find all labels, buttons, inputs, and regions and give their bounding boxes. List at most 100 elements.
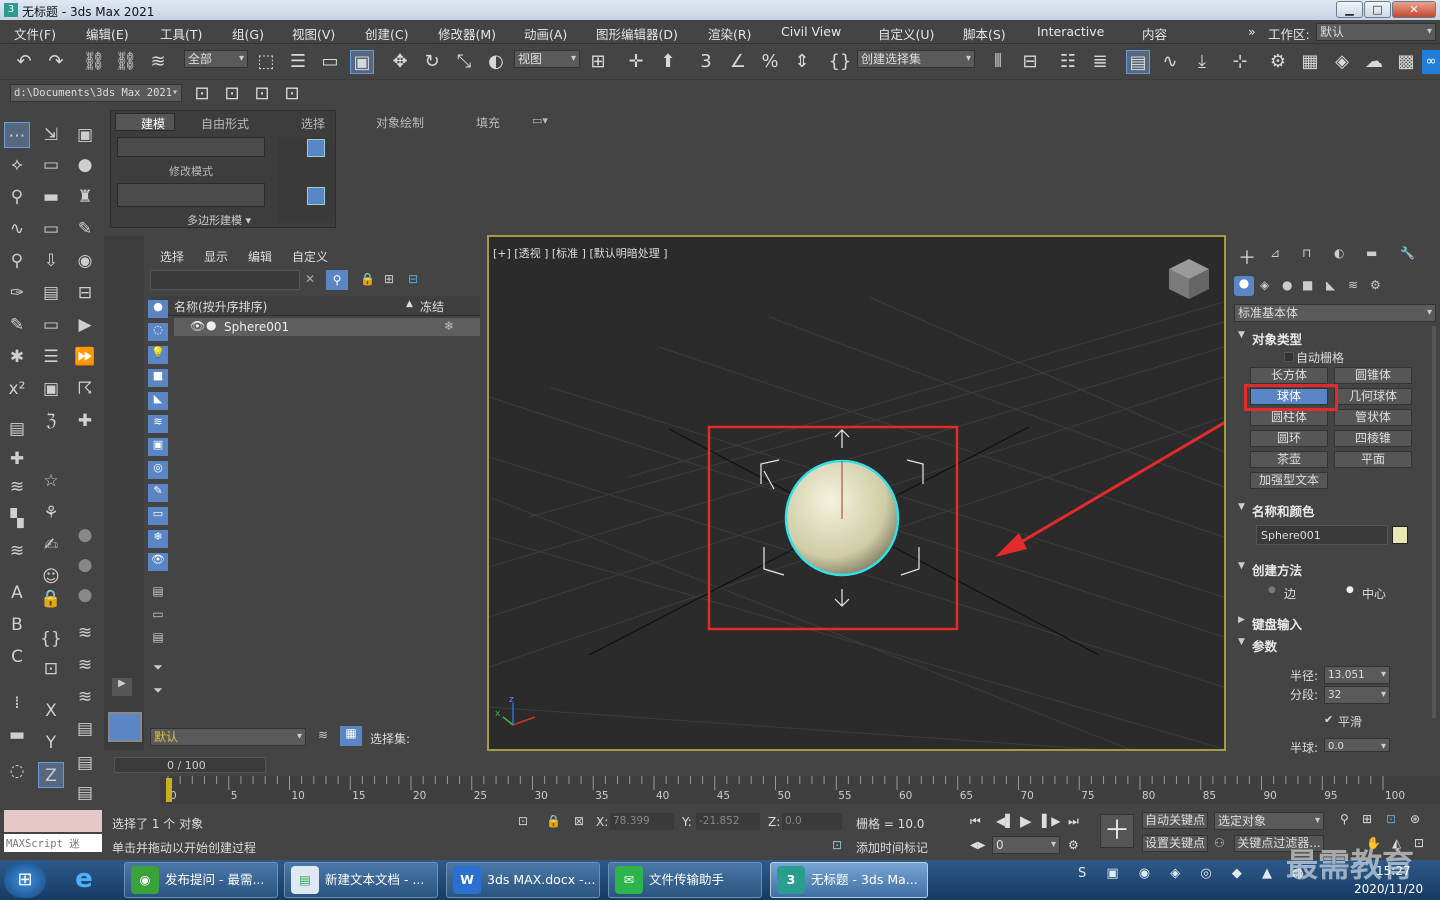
params-title[interactable]: 参数 [1252, 636, 1277, 655]
layer-manager-icon[interactable]: ▦ [340, 726, 362, 746]
text-b-icon[interactable]: B [4, 612, 30, 638]
play-icon[interactable]: ▶ [1020, 812, 1032, 830]
select-tool-icon[interactable]: ▚ [4, 506, 30, 532]
z-coord-input[interactable]: 0.0 [782, 813, 842, 830]
collapse-creation-icon[interactable]: ▼ [1238, 561, 1245, 571]
hemisphere-input[interactable]: 0.0 [1324, 738, 1390, 755]
perspective-viewport[interactable]: [+] [透视 ] [标准 ] [默认明暗处理 ] z x [487, 235, 1226, 751]
filter-spacewarps-icon[interactable]: ≋ [148, 415, 168, 433]
menu-group[interactable]: 组(G) [232, 24, 264, 43]
shapes-category-icon[interactable]: ◈ [1260, 278, 1269, 292]
x-axis-icon[interactable]: X [38, 698, 64, 724]
sphere-tool-icon[interactable]: ◉ [72, 248, 98, 274]
menu-customize[interactable]: 自定义(U) [878, 24, 934, 43]
redo-icon[interactable]: ↷ [44, 50, 68, 74]
align-icon[interactable]: ⊟ [1018, 50, 1042, 74]
zoom-all-icon[interactable]: ⊞ [1362, 812, 1372, 826]
mode-buttons[interactable] [117, 183, 265, 207]
cameras-category-icon[interactable]: ■ [1302, 278, 1313, 292]
ribbon-tab-object-paint[interactable]: 对象绘制 [376, 114, 424, 131]
filter-hidden-icon[interactable]: 👁 [148, 553, 168, 571]
stack8-icon[interactable]: ▤ [72, 750, 98, 776]
stack-icon[interactable]: ▤ [38, 280, 64, 306]
center-radio[interactable]: ● [1346, 585, 1354, 595]
stack4-icon[interactable]: ≋ [72, 620, 98, 646]
bind-spacewarp-icon[interactable]: ≋ [146, 50, 170, 74]
display-tab-icon[interactable]: ▬ [1366, 246, 1377, 260]
dotted-circle-icon[interactable]: ◌ [4, 758, 30, 784]
collapse-name-icon[interactable]: ▼ [1238, 502, 1245, 512]
col-name-header[interactable]: 名称(按升序排序) [174, 298, 267, 315]
layer-stack-icon[interactable]: ≋ [318, 728, 328, 742]
filter-none-icon[interactable]: ▭ [148, 607, 168, 625]
maxscript-input[interactable]: MAXScript 迷 [4, 834, 102, 852]
lights-category-icon[interactable]: ● [1282, 278, 1292, 292]
schematic-view-icon[interactable]: ⊹ [1228, 50, 1252, 74]
dot2-icon[interactable]: ● [72, 552, 98, 578]
text-a-icon[interactable]: A [4, 580, 30, 606]
col-freeze-header[interactable]: 冻结 [420, 298, 444, 315]
hierarchy-icon[interactable]: ⊞ [384, 272, 394, 286]
stack5-icon[interactable]: ≋ [72, 652, 98, 678]
filter-funnel2-icon[interactable]: ⏷ [148, 683, 168, 701]
filter-all-icon[interactable]: ▤ [148, 584, 168, 602]
stack9-icon[interactable]: ▤ [72, 780, 98, 806]
teapot-icon[interactable]: ♜ [72, 184, 98, 210]
motion-tab-icon[interactable]: ◐ [1334, 246, 1344, 260]
selection-filter-select[interactable]: 全部 [184, 50, 248, 68]
key-filter-icon[interactable]: ⚇ [1214, 836, 1225, 850]
spacewarps-category-icon[interactable]: ≋ [1348, 278, 1358, 292]
pen-icon[interactable]: ✑ [4, 280, 30, 306]
lock-tool-icon[interactable]: 🔒 [38, 586, 64, 612]
collapse-params-icon[interactable]: ▼ [1238, 637, 1245, 647]
utilities-tab-icon[interactable]: 🔧 [1400, 246, 1415, 260]
taskbar-item-wechat[interactable]: ✉ 文件传输助手 [608, 862, 762, 898]
menu-scripting[interactable]: 脚本(S) [963, 24, 1006, 43]
visibility-icon[interactable]: 👁 [190, 319, 205, 333]
goto-start-icon[interactable]: ⏮ [970, 814, 981, 829]
save-tool-icon[interactable]: ▣ [38, 376, 64, 402]
stack3-icon[interactable]: ≋ [4, 538, 30, 564]
filter-xrefs-icon[interactable]: ◎ [148, 461, 168, 479]
modify-tab-icon[interactable]: ⊿ [1270, 246, 1280, 260]
y-axis-icon[interactable]: Y [38, 730, 64, 756]
lock-icon[interactable]: 🔒 [360, 272, 375, 286]
layer-explorer-icon[interactable]: ≣ [1088, 50, 1112, 74]
freeze-icon[interactable]: ❄ [444, 319, 454, 333]
plus-tool-icon[interactable]: ✚ [72, 408, 98, 434]
forward-icon[interactable]: ⏩ [72, 344, 98, 370]
menu-tools[interactable]: 工具(T) [160, 24, 202, 43]
sheet-icon[interactable]: ▭ [38, 312, 64, 338]
key-icon[interactable]: ⊡ [38, 656, 64, 682]
tree-icon[interactable]: ⚘ [38, 500, 64, 526]
goto-end-icon[interactable]: ⏭ [1068, 814, 1079, 829]
selection-lock-icon[interactable]: 🔒 [546, 814, 561, 828]
taskbar-item-browser[interactable]: ◉ 发布提问 - 最需... [124, 862, 278, 898]
current-frame-input[interactable]: 0 [992, 836, 1060, 854]
ribbon-options-icon[interactable]: ▭▾ [532, 114, 548, 127]
torus-button[interactable]: 圆环 [1250, 430, 1328, 447]
pyramid-button[interactable]: 四棱锥 [1334, 430, 1412, 447]
box-button[interactable]: 长方体 [1250, 367, 1328, 384]
menu-view[interactable]: 视图(V) [292, 24, 335, 43]
project-save-icon[interactable]: ⊡ [250, 82, 274, 106]
y-coord-input[interactable]: -21.852 [696, 813, 760, 830]
keyboard-entry-title[interactable]: 键盘输入 [1252, 614, 1302, 633]
poly-modeling-dropdown[interactable]: 多边形建模 ▾ [187, 212, 251, 228]
ribbon-tab-freeform[interactable]: 自由形式 [201, 115, 249, 132]
time-config-icon[interactable]: ⚙ [1068, 838, 1079, 852]
maximize-button[interactable]: □ [1364, 1, 1391, 18]
menu-graph-editors[interactable]: 图形编辑器(D) [596, 24, 678, 43]
link-icon[interactable]: ⛓ [82, 50, 106, 74]
systems-category-icon[interactable]: ⚙ [1370, 278, 1381, 292]
lasso-icon[interactable]: ⟡ [4, 152, 30, 178]
layer-icon[interactable]: ▭ [38, 152, 64, 178]
explorer-menu-customize[interactable]: 自定义 [292, 248, 328, 265]
ref-coord-select[interactable]: 视图 [514, 50, 580, 68]
material-editor-icon[interactable]: ⚙ [1266, 50, 1290, 74]
filter-shapes-icon[interactable]: ◌ [148, 323, 168, 341]
spinner-snap-icon[interactable]: ⇕ [790, 50, 814, 74]
mirror-icon[interactable]: ⫴ [986, 50, 1010, 74]
project-open-icon[interactable]: ⊡ [220, 82, 244, 106]
filter-cameras-icon[interactable]: ■ [148, 369, 168, 387]
